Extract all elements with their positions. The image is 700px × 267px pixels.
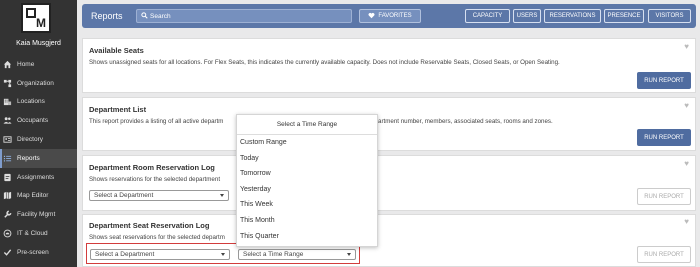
report-title: Department Seat Reservation Log: [89, 221, 210, 230]
favorite-heart-icon[interactable]: ♥: [684, 159, 689, 168]
time-range-dropdown: Select a Time Range Custom Range Today T…: [236, 114, 378, 247]
check-icon: [3, 248, 12, 257]
dropdown-option-custom-range[interactable]: Custom Range: [237, 135, 377, 151]
run-report-button[interactable]: RUN REPORT: [637, 246, 691, 263]
user-name[interactable]: Kaia Musgjerd: [0, 40, 77, 47]
report-card-department-list: Department List This report provides a l…: [82, 97, 696, 151]
search-icon: [141, 12, 148, 21]
list-icon: [3, 154, 12, 163]
run-report-button[interactable]: RUN REPORT: [637, 188, 691, 205]
presence-button[interactable]: PRESENCE: [604, 9, 644, 23]
sidebar-item-label: Reports: [17, 154, 40, 162]
visitors-button[interactable]: VISITORS: [648, 9, 691, 23]
building-icon: [3, 97, 12, 106]
report-card-department-room-reservation-log: Department Room Reservation Log Shows re…: [82, 155, 696, 211]
cloud-icon: [3, 229, 12, 238]
sidebar-item-organization[interactable]: Organization: [0, 74, 77, 93]
sidebar: M Kaia Musgjerd Home Organization Locati…: [0, 0, 77, 267]
report-title: Department List: [89, 105, 147, 114]
sidebar-item-assignments[interactable]: Assignments: [0, 168, 77, 187]
directory-icon: [3, 135, 12, 144]
organization-icon: [3, 79, 12, 88]
reports-header: Reports Search FAVORITES CAPACITY USERS …: [82, 4, 696, 28]
caret-down-icon: [220, 194, 224, 197]
report-description: Shows reservations for the selected depa…: [89, 176, 221, 183]
search-placeholder: Search: [150, 13, 171, 20]
sidebar-item-label: Pre-screen: [17, 248, 49, 256]
wrench-icon: [3, 210, 12, 219]
sidebar-item-label: IT & Cloud: [17, 230, 48, 238]
assignments-icon: [3, 173, 12, 182]
sidebar-item-directory[interactable]: Directory: [0, 130, 77, 149]
sidebar-item-reports[interactable]: Reports: [0, 148, 77, 168]
report-description: This report provides a listing of all ac…: [89, 118, 224, 125]
capacity-button[interactable]: CAPACITY: [465, 9, 510, 23]
report-description: Shows seat reservations for the selected…: [89, 234, 225, 241]
sidebar-item-facility-mgmt[interactable]: Facility Mgmt: [0, 205, 77, 224]
dropdown-option-today[interactable]: Today: [237, 151, 377, 167]
dropdown-option-this-week[interactable]: This Week: [237, 197, 377, 213]
report-card-available-seats: Available Seats Shows unassigned seats f…: [82, 38, 696, 93]
dropdown-option-this-month[interactable]: This Month: [237, 213, 377, 229]
reservations-button[interactable]: RESERVATIONS: [544, 9, 601, 23]
people-icon: [3, 116, 12, 125]
sidebar-item-locations[interactable]: Locations: [0, 93, 77, 112]
favorite-heart-icon[interactable]: ♥: [684, 101, 689, 110]
sidebar-item-occupants[interactable]: Occupants: [0, 111, 77, 130]
sidebar-item-label: Occupants: [17, 117, 49, 125]
dropdown-header: Select a Time Range: [237, 115, 377, 135]
favorites-button[interactable]: FAVORITES: [359, 9, 421, 23]
sidebar-item-label: Locations: [17, 98, 45, 106]
favorites-label: FAVORITES: [378, 13, 412, 19]
report-description: Shows unassigned seats for all locations…: [89, 59, 560, 66]
search-input[interactable]: Search: [136, 9, 352, 23]
app-logo[interactable]: M: [21, 3, 51, 33]
sidebar-item-label: Home: [17, 60, 35, 68]
sidebar-item-label: Assignments: [17, 173, 55, 181]
report-title: Available Seats: [89, 46, 144, 55]
department-select[interactable]: Select a Department: [89, 190, 229, 201]
dropdown-option-yesterday[interactable]: Yesterday: [237, 182, 377, 198]
favorite-heart-icon[interactable]: ♥: [684, 42, 689, 51]
page-title: Reports: [91, 11, 123, 21]
report-title: Department Room Reservation Log: [89, 163, 215, 172]
sidebar-item-map-editor[interactable]: Map Editor: [0, 187, 77, 206]
sidebar-item-pre-screen[interactable]: Pre-screen: [0, 243, 77, 262]
favorite-heart-icon[interactable]: ♥: [684, 217, 689, 226]
home-icon: [3, 60, 12, 69]
sidebar-item-label: Organization: [17, 79, 54, 87]
sidebar-item-home[interactable]: Home: [0, 55, 77, 74]
map-icon: [3, 191, 12, 200]
sidebar-item-it-cloud[interactable]: IT & Cloud: [0, 224, 77, 243]
sidebar-item-label: Facility Mgmt: [17, 211, 56, 219]
run-report-button[interactable]: RUN REPORT: [637, 72, 691, 89]
dropdown-option-this-quarter[interactable]: This Quarter: [237, 229, 377, 245]
sidebar-item-label: Directory: [17, 136, 44, 144]
report-description-continued: artment number, members, associated seat…: [378, 118, 553, 125]
run-report-button[interactable]: RUN REPORT: [637, 129, 691, 146]
users-button[interactable]: USERS: [513, 9, 541, 23]
sidebar-nav: Home Organization Locations Occupants Di…: [0, 55, 77, 262]
dropdown-option-tomorrow[interactable]: Tomorrow: [237, 166, 377, 182]
department-select-label: Select a Department: [94, 192, 154, 199]
heart-icon: [368, 12, 375, 21]
sidebar-item-label: Map Editor: [17, 192, 49, 200]
